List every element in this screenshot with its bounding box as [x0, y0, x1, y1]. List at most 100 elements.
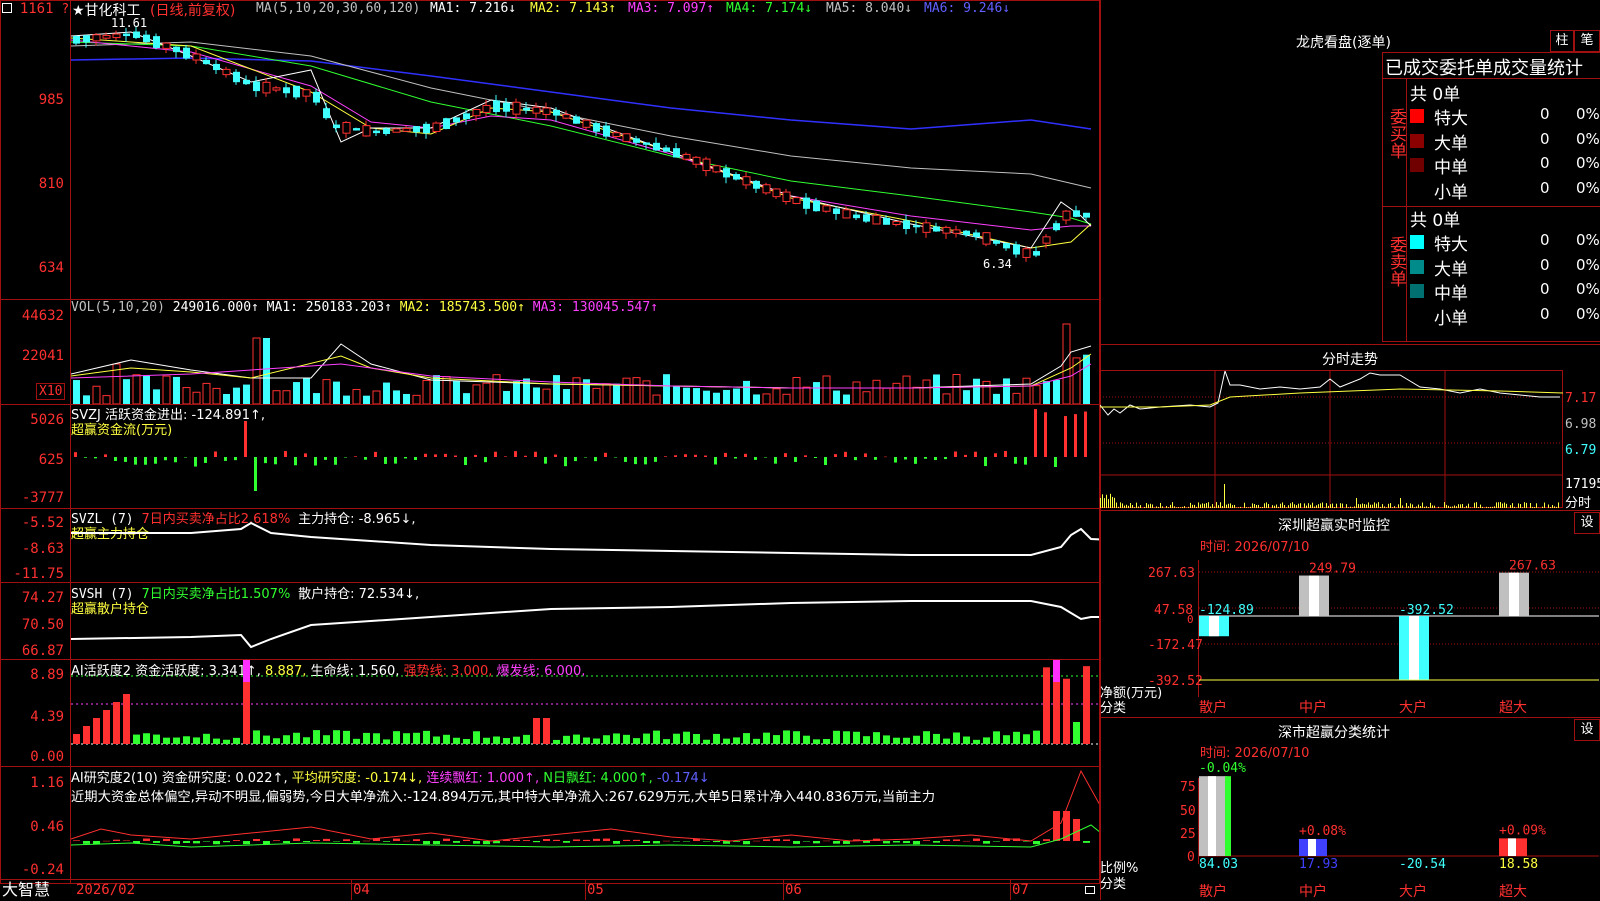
volume-bar: [203, 383, 210, 404]
intraday-volume-bar: [1438, 507, 1439, 508]
volume-bar: [913, 387, 920, 404]
svzj-bar: [1014, 457, 1017, 464]
volume-bar: [1033, 386, 1040, 404]
svzj-bar: [1064, 416, 1067, 457]
candle-body: [423, 124, 430, 133]
intraday-volume-bar: [1176, 507, 1177, 508]
ai1-bar: [233, 738, 240, 744]
volume-bar: [683, 388, 690, 404]
ai2-bar: [443, 839, 450, 841]
sz-monitor-chart[interactable]: -124.89249.79-392.52267.63: [1199, 560, 1599, 700]
ai1-bar: [893, 738, 900, 744]
ai1-bar: [73, 734, 80, 744]
intraday-volume-bar: [1298, 504, 1299, 508]
chart-header: 1161 ?: [2, 1, 69, 17]
candle-body: [953, 230, 960, 233]
svzj-bar: [84, 457, 87, 458]
svzj-chart[interactable]: [71, 405, 1099, 508]
ai2-bar: [1033, 841, 1040, 844]
ai2-bar: [403, 841, 410, 842]
intraday-volume-bar: [1222, 506, 1223, 508]
ai1-bar: [843, 731, 850, 744]
vol-ma2: MA2: 185743.500↑: [400, 300, 525, 315]
pen-mode-button[interactable]: 笔: [1574, 30, 1600, 52]
svzj-y-label: -3777: [0, 490, 64, 506]
price-chart[interactable]: 11.61 6.34: [71, 16, 1099, 298]
candle-body: [203, 60, 210, 64]
svzj-bar: [594, 457, 597, 461]
sz-class-settings-button[interactable]: 设: [1574, 719, 1600, 741]
intraday-volume-bar: [1476, 502, 1477, 508]
ai2-bar: [783, 839, 790, 841]
intraday-volume-bar: [1158, 507, 1159, 508]
ai1-bar: [133, 735, 140, 744]
svzj-bar: [784, 453, 787, 457]
svzl-chart[interactable]: [71, 509, 1099, 582]
ai1-bar: [173, 738, 180, 744]
lock-icon[interactable]: [1085, 886, 1095, 894]
ai1-bar: [483, 738, 490, 744]
ai2-bar: [313, 840, 320, 841]
svsh-chart[interactable]: [71, 583, 1099, 659]
svzj-bar: [94, 457, 97, 458]
color-swatch: [1410, 183, 1424, 197]
intraday-volume-bar: [1126, 505, 1127, 508]
ai1-chart[interactable]: [71, 660, 1099, 766]
intraday-volume-bar: [1120, 502, 1121, 508]
intraday-volume-bar: [1414, 507, 1415, 508]
volume-chart[interactable]: [71, 316, 1099, 404]
intraday-volume-bar: [1224, 484, 1225, 508]
candle-body: [323, 108, 330, 118]
intraday-volume-bar: [1346, 504, 1347, 508]
candle-body: [1003, 243, 1010, 248]
intraday-chart[interactable]: [1100, 371, 1563, 508]
svzj-bar: [904, 457, 907, 459]
sz-class-bar-highlight: [1208, 776, 1216, 856]
ai2-bar: [253, 839, 260, 841]
svzj-bar: [544, 457, 547, 464]
intraday-volume-bar: [1206, 503, 1207, 508]
svzj-bar: [934, 457, 937, 460]
intraday-volume-bar: [1200, 504, 1201, 508]
intraday-volume-bar: [1162, 506, 1163, 508]
svzj-bar: [604, 453, 607, 457]
help-icon[interactable]: ?: [61, 2, 69, 17]
intraday-volume-bar: [1234, 505, 1235, 508]
intraday-volume-bar: [1238, 507, 1239, 508]
ai2-bar: [653, 841, 660, 843]
volume-bar: [573, 378, 580, 404]
volume-bar: [353, 390, 360, 404]
ai2-bar: [553, 840, 560, 841]
volume-bar: [733, 389, 740, 404]
bar-mode-button[interactable]: 柱: [1550, 30, 1574, 52]
svzj-bar: [184, 457, 187, 458]
svzj-bar: [414, 457, 417, 460]
ai1-bar: [1023, 734, 1030, 744]
menu-icon[interactable]: [2, 3, 12, 13]
intraday-volume-bar: [1262, 507, 1263, 508]
order-count: 0: [1540, 231, 1550, 249]
volume-bar: [943, 394, 950, 404]
ai2-chart[interactable]: [71, 767, 1099, 879]
svzj-bar: [134, 457, 137, 465]
intraday-volume-bar: [1444, 502, 1445, 508]
candle-body: [1073, 210, 1080, 217]
brand-label: 大智慧: [2, 881, 50, 899]
sz-class-chart[interactable]: -0.04%+0.08%+0.09%: [1199, 760, 1599, 866]
intraday-volume-bar: [1542, 507, 1543, 508]
stats-title-divider: [1382, 78, 1600, 79]
intraday-volume-bar: [1132, 505, 1133, 508]
ai1-bar: [453, 738, 460, 744]
sz-monitor-top: [1100, 510, 1600, 511]
sz-monitor-settings-button[interactable]: 设: [1574, 512, 1600, 534]
ai1-y-label: 4.39: [0, 709, 64, 725]
volume-bar: [903, 376, 910, 404]
ai1-bar: [553, 740, 560, 744]
vol-header: VOL(5,10,20) 249016.000↑ MA1: 250183.203…: [71, 300, 658, 315]
svzj-bar: [344, 457, 347, 458]
ai2-bar: [153, 841, 160, 843]
vol-ma3: MA3: 130045.547↑: [533, 300, 658, 315]
volume-bar: [893, 383, 900, 404]
candle-body: [623, 134, 630, 142]
ai1-bar: [1013, 732, 1020, 744]
